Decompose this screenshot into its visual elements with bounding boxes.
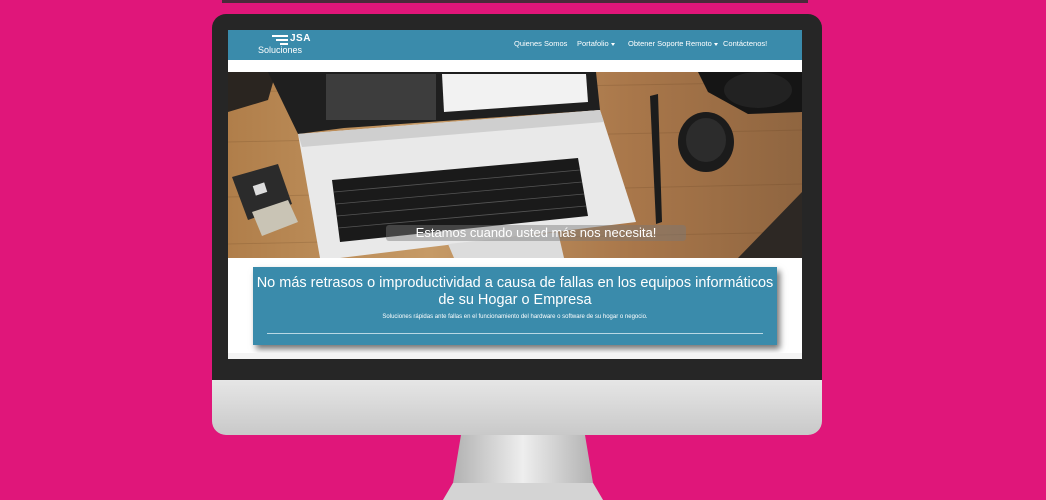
banner-title-line1: No más retrasos o improductividad a caus… — [256, 275, 774, 291]
logo-text-jsa: JSA — [290, 33, 311, 44]
top-divider — [222, 0, 808, 3]
nav-item-label: Obtener Soporte Remoto — [628, 39, 712, 48]
banner-title: No más retrasos o improductividad a caus… — [253, 275, 777, 309]
info-banner: No más retrasos o improductividad a caus… — [253, 267, 777, 345]
navbar: JSA Soluciones Quienes Somos Portafolio … — [228, 30, 802, 60]
caret-down-icon — [610, 42, 615, 46]
nav-item-label: Contáctenos! — [723, 39, 768, 48]
nav-soporte-remoto[interactable]: Obtener Soporte Remoto — [628, 39, 718, 49]
monitor-chin — [212, 380, 822, 435]
logo-text-soluciones: Soluciones — [258, 45, 303, 55]
nav-contactenos[interactable]: Contáctenos! — [723, 39, 767, 49]
banner-subtitle: Soluciones rápidas ante fallas en el fun… — [382, 314, 648, 320]
page-bottom-strip — [228, 353, 802, 359]
nav-portafolio[interactable]: Portafolio — [577, 39, 615, 49]
nav-item-label: Portafolio — [577, 39, 609, 48]
hero-caption: Estamos cuando usted más nos necesita! — [386, 225, 686, 241]
hero-image: Estamos cuando usted más nos necesita! — [228, 72, 802, 258]
monitor-stand — [443, 435, 603, 500]
site-logo[interactable]: JSA Soluciones — [258, 34, 318, 56]
nav-quienes-somos[interactable]: Quienes Somos — [514, 39, 567, 49]
banner-title-line2: de su Hogar o Empresa — [438, 292, 592, 308]
caret-down-icon — [713, 42, 718, 46]
website-screen: JSA Soluciones Quienes Somos Portafolio … — [228, 30, 802, 359]
nav-item-label: Quienes Somos — [514, 39, 568, 48]
banner-divider — [267, 333, 763, 334]
